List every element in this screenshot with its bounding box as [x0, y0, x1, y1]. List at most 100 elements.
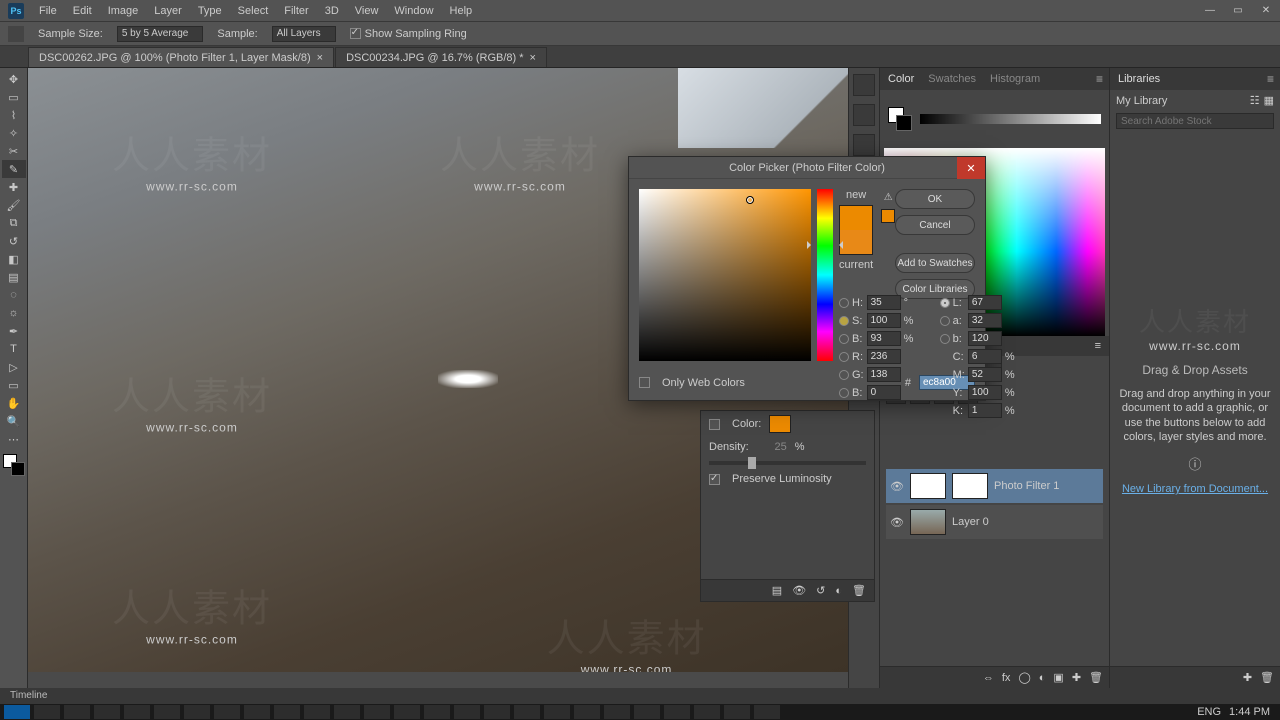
view-icon[interactable]: 👁: [792, 584, 806, 597]
menu-image[interactable]: Image: [101, 2, 146, 20]
taskbar-app[interactable]: [604, 705, 630, 719]
dodge-tool[interactable]: ☼: [2, 304, 26, 322]
edit-toolbar[interactable]: ⋯: [2, 430, 26, 448]
g-input[interactable]: [867, 367, 901, 382]
websafe-warning-icon[interactable]: [881, 209, 895, 223]
taskbar-app[interactable]: [724, 705, 750, 719]
timeline-panel[interactable]: Timeline: [0, 688, 1280, 704]
y-input[interactable]: [968, 385, 1002, 400]
gradient-tool[interactable]: ▤: [2, 268, 26, 286]
filter-color-swatch[interactable]: [769, 415, 791, 433]
taskbar-app[interactable]: [304, 705, 330, 719]
checkbox-icon[interactable]: [709, 474, 720, 485]
radio-g[interactable]: [839, 370, 849, 380]
grid-view-icon[interactable]: ▦: [1264, 94, 1274, 107]
radio-s[interactable]: [839, 316, 849, 326]
brush-tool[interactable]: 🖌: [2, 196, 26, 214]
close-button[interactable]: ✕: [957, 157, 985, 179]
menu-select[interactable]: Select: [231, 2, 276, 20]
reset-icon[interactable]: ↺: [816, 584, 825, 597]
ok-button[interactable]: OK: [895, 189, 975, 209]
taskbar-app[interactable]: [664, 705, 690, 719]
menu-edit[interactable]: Edit: [66, 2, 99, 20]
taskbar-app[interactable]: [214, 705, 240, 719]
radio-b[interactable]: [839, 334, 849, 344]
panel-menu-icon[interactable]: ≡: [1096, 72, 1103, 86]
heal-tool[interactable]: ✚: [2, 178, 26, 196]
layer-row-bg[interactable]: 👁 Layer 0: [886, 505, 1103, 539]
library-select[interactable]: My Library: [1116, 95, 1167, 107]
taskbar-app[interactable]: [574, 705, 600, 719]
k-input[interactable]: [968, 403, 1002, 418]
new-library-link[interactable]: New Library from Document...: [1122, 483, 1268, 495]
layer-row-photo-filter[interactable]: 👁 Photo Filter 1: [886, 469, 1103, 503]
mask-icon[interactable]: ◯: [1018, 671, 1030, 684]
clip-icon[interactable]: ▤: [772, 584, 782, 597]
density-slider[interactable]: [709, 461, 866, 465]
help-icon[interactable]: ⓘ: [1188, 454, 1201, 473]
radio-h[interactable]: [839, 298, 849, 308]
taskbar-app[interactable]: [124, 705, 150, 719]
search-input[interactable]: [1116, 113, 1274, 129]
c-input[interactable]: [968, 349, 1002, 364]
history-brush-tool[interactable]: ↺: [2, 232, 26, 250]
add-icon[interactable]: ✚: [1243, 671, 1252, 684]
taskbar-app[interactable]: [34, 705, 60, 719]
shape-tool[interactable]: ▭: [2, 376, 26, 394]
move-tool[interactable]: ✥: [2, 70, 26, 88]
tab-swatches[interactable]: Swatches: [926, 71, 978, 87]
lab-b-input[interactable]: [968, 331, 1002, 346]
gamut-warning-icon[interactable]: ⚠: [881, 190, 895, 204]
panel-menu-icon[interactable]: ≡: [1267, 72, 1274, 86]
wand-tool[interactable]: ✧: [2, 124, 26, 142]
link-icon[interactable]: ⇔: [983, 672, 994, 684]
visibility-icon[interactable]: 👁: [890, 480, 904, 493]
dock-icon[interactable]: [853, 134, 875, 156]
only-web-checkbox[interactable]: [639, 377, 650, 388]
saturation-value-field[interactable]: [639, 189, 811, 361]
zoom-tool[interactable]: 🔍: [2, 412, 26, 430]
dock-icon[interactable]: [853, 104, 875, 126]
cancel-button[interactable]: Cancel: [895, 215, 975, 235]
taskbar-app[interactable]: [274, 705, 300, 719]
taskbar-app[interactable]: [94, 705, 120, 719]
path-tool[interactable]: ▷: [2, 358, 26, 376]
tab-color[interactable]: Color: [886, 71, 916, 87]
taskbar-app[interactable]: [64, 705, 90, 719]
a-input[interactable]: [968, 313, 1002, 328]
minimize-button[interactable]: —: [1196, 0, 1224, 20]
taskbar-app[interactable]: [484, 705, 510, 719]
hue-slider[interactable]: [817, 189, 833, 361]
panel-menu-icon[interactable]: ≡: [1095, 340, 1101, 352]
dialog-titlebar[interactable]: Color Picker (Photo Filter Color) ✕: [629, 157, 985, 179]
prev-icon[interactable]: ◐: [835, 585, 842, 597]
stamp-tool[interactable]: ⧉: [2, 214, 26, 232]
sample-select[interactable]: All Layers: [272, 26, 336, 42]
menu-help[interactable]: Help: [443, 2, 480, 20]
taskbar-app[interactable]: [154, 705, 180, 719]
new-layer-icon[interactable]: ✚: [1072, 671, 1081, 684]
radio-r[interactable]: [839, 352, 849, 362]
show-sampling-ring-checkbox[interactable]: Show Sampling Ring: [350, 28, 467, 40]
pen-tool[interactable]: ✒: [2, 322, 26, 340]
taskbar-app[interactable]: [544, 705, 570, 719]
eyedropper-tool[interactable]: ✎: [2, 160, 26, 178]
menu-filter[interactable]: Filter: [277, 2, 315, 20]
taskbar-app[interactable]: [364, 705, 390, 719]
tray-lang[interactable]: ENG: [1197, 706, 1221, 718]
crop-tool[interactable]: ✂: [2, 142, 26, 160]
taskbar-app[interactable]: [424, 705, 450, 719]
tray-clock[interactable]: 1:44 PM: [1229, 706, 1270, 718]
taskbar-app[interactable]: [244, 705, 270, 719]
add-swatches-button[interactable]: Add to Swatches: [895, 253, 975, 273]
taskbar-app[interactable]: [694, 705, 720, 719]
lasso-tool[interactable]: ⌇: [2, 106, 26, 124]
visibility-icon[interactable]: 👁: [890, 516, 904, 529]
trash-icon[interactable]: 🗑: [1260, 671, 1274, 684]
tab-libraries[interactable]: Libraries: [1116, 71, 1162, 87]
menu-type[interactable]: Type: [191, 2, 229, 20]
maximize-button[interactable]: ▭: [1224, 0, 1252, 20]
brightness-slider[interactable]: [920, 114, 1101, 124]
radio-icon[interactable]: [709, 419, 720, 430]
menu-window[interactable]: Window: [387, 2, 440, 20]
